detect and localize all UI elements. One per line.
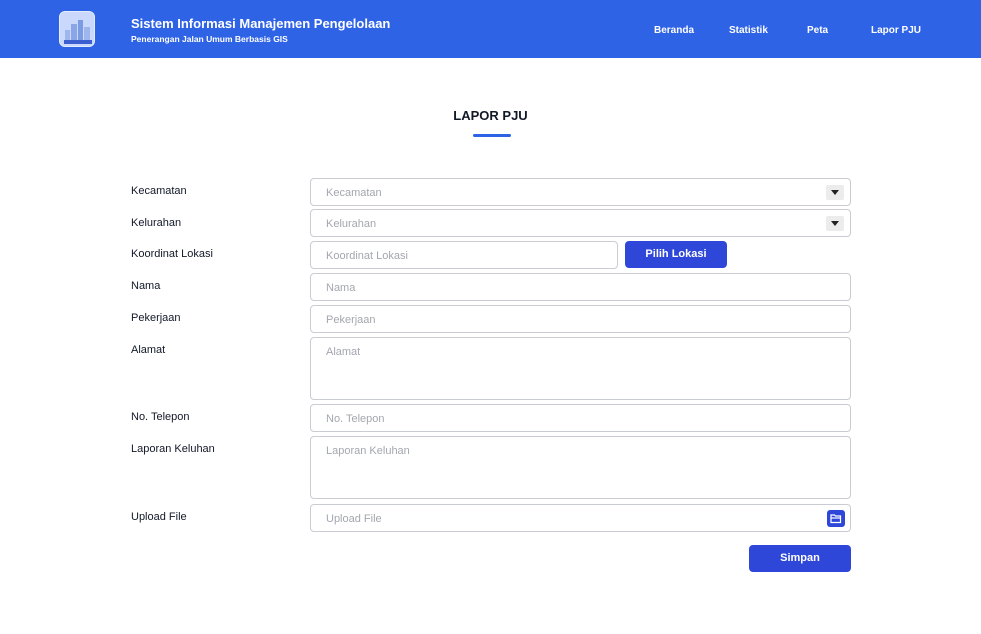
alamat-placeholder: Alamat [326,346,361,358]
alamat-label: Alamat [131,344,166,356]
nama-input[interactable]: Nama [310,273,851,301]
app-title: Sistem Informasi Manajemen Pengelolaan [131,16,391,31]
simpan-button[interactable]: Simpan [749,545,851,572]
upload-input[interactable]: Upload File [310,504,851,532]
nama-label: Nama [131,280,161,292]
kelurahan-dropdown-toggle[interactable] [826,216,844,231]
title-underline [473,134,511,137]
caret-down-icon [831,190,839,195]
top-navbar: Sistem Informasi Manajemen Pengelolaan P… [0,0,981,58]
kecamatan-dropdown-toggle[interactable] [826,185,844,200]
koordinat-input[interactable]: Koordinat Lokasi [310,241,618,269]
laporan-label: Laporan Keluhan [131,443,215,455]
browse-file-button[interactable] [827,510,845,527]
app-subtitle: Penerangan Jalan Umum Berbasis GIS [131,34,288,44]
laporan-textarea[interactable]: Laporan Keluhan [310,436,851,499]
alamat-textarea[interactable]: Alamat [310,337,851,400]
upload-placeholder: Upload File [326,513,382,525]
pekerjaan-placeholder: Pekerjaan [326,314,376,326]
kecamatan-select[interactable]: Kecamatan [310,178,851,206]
nav-peta[interactable]: Peta [807,25,828,36]
folder-open-icon [830,514,842,524]
kelurahan-select[interactable]: Kelurahan [310,209,851,237]
kelurahan-label: Kelurahan [131,217,182,229]
telepon-input[interactable]: No. Telepon [310,404,851,432]
nav-lapor-pju[interactable]: Lapor PJU [871,25,921,36]
kelurahan-placeholder: Kelurahan [326,218,377,230]
nav-beranda[interactable]: Beranda [654,25,694,36]
page-title: LAPOR PJU [453,108,528,123]
telepon-placeholder: No. Telepon [326,413,385,425]
pekerjaan-input[interactable]: Pekerjaan [310,305,851,333]
kecamatan-placeholder: Kecamatan [326,187,382,199]
app-logo[interactable] [59,11,95,47]
laporan-placeholder: Laporan Keluhan [326,445,410,457]
kecamatan-label: Kecamatan [131,185,187,197]
nav-statistik[interactable]: Statistik [729,25,768,36]
pilih-lokasi-button[interactable]: Pilih Lokasi [625,241,727,268]
koordinat-placeholder: Koordinat Lokasi [326,250,408,262]
telepon-label: No. Telepon [131,411,190,423]
nama-placeholder: Nama [326,282,356,294]
koordinat-label: Koordinat Lokasi [131,248,213,260]
pekerjaan-label: Pekerjaan [131,312,181,324]
upload-label: Upload File [131,511,187,523]
city-skyline-icon [60,12,94,46]
caret-down-icon [831,221,839,226]
